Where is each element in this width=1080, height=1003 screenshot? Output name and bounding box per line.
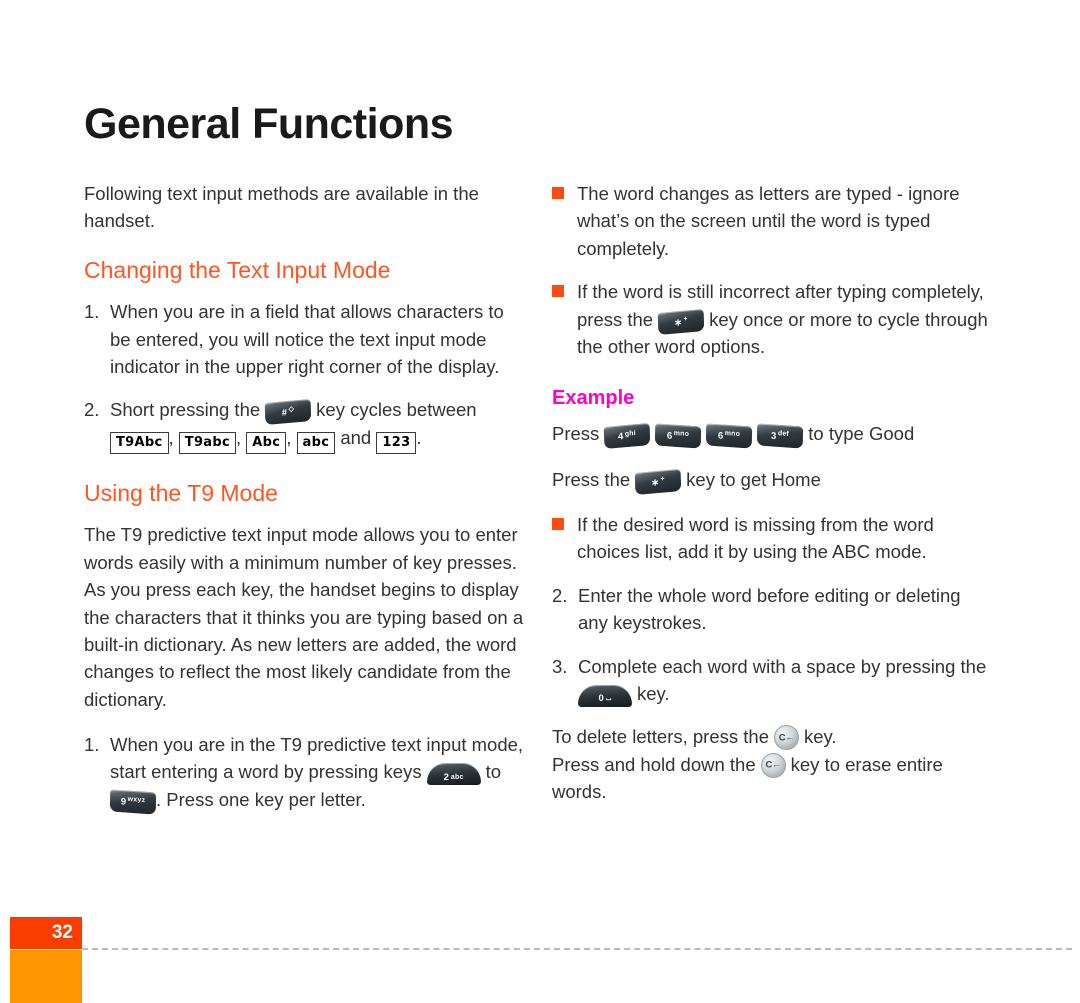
manual-page: General Functions Following text input m… bbox=[0, 0, 1080, 1003]
star-key-icon: ∗+ bbox=[634, 468, 682, 495]
list-number: 2. bbox=[552, 584, 568, 606]
list-text: Enter the whole word before editing or d… bbox=[578, 584, 961, 634]
text-after-key: key cycles between bbox=[316, 399, 477, 421]
text-before-key: Press and hold down the bbox=[552, 753, 756, 775]
text-before-key: Press the bbox=[552, 468, 631, 490]
example-line-1: Press 4ghi 6mno 6mno 3def to type Good bbox=[552, 420, 992, 450]
t9-description-paragraph: The T9 predictive text input mode allows… bbox=[84, 524, 524, 710]
badge-end-period: . bbox=[416, 426, 422, 448]
page-title: General Functions bbox=[84, 99, 454, 148]
text-before-key: Short pressing the bbox=[110, 399, 261, 421]
mode-badge-abc-lower: abc bbox=[296, 431, 336, 454]
badge-separator: , bbox=[168, 426, 174, 448]
key-3-def-icon: 3def bbox=[757, 423, 804, 449]
key-0-space-label: 0 ⌴ bbox=[598, 693, 612, 705]
closing-line-2: Press and hold down the C← key to erase … bbox=[552, 751, 992, 806]
list-number: 1. bbox=[84, 734, 100, 756]
intro-paragraph: Following text input methods are availab… bbox=[84, 183, 479, 232]
text-after-key: key. bbox=[803, 726, 837, 748]
right-column: The word changes as letters are typed - … bbox=[552, 180, 992, 823]
key-9-wxyz-icon: 9wxyz bbox=[109, 789, 157, 815]
example-line-2: Press the ∗+ key to get Home bbox=[552, 466, 992, 495]
text-before-key: To delete letters, press the bbox=[552, 726, 769, 748]
list-number: 1. bbox=[84, 301, 100, 323]
list-number: 2. bbox=[84, 399, 100, 421]
key-4-ghi-label: 4ghi bbox=[618, 430, 637, 443]
heading-using-the-t9-mode: Using the T9 Mode bbox=[84, 479, 278, 506]
text-after-key: key. bbox=[637, 682, 670, 704]
clear-key-icon: C← bbox=[760, 752, 786, 778]
bullet-square-icon bbox=[552, 180, 577, 262]
bullet-text: The word changes as letters are typed - … bbox=[577, 183, 960, 259]
badge-separator: , bbox=[235, 426, 242, 448]
text-before-key: Complete each word with a space by press… bbox=[578, 655, 987, 677]
list-text: When you are in a field that allows char… bbox=[110, 301, 504, 378]
text-after-key: key to get Home bbox=[686, 468, 821, 490]
text-segment: . Press one key per letter. bbox=[156, 788, 366, 810]
left-column: Following text input methods are availab… bbox=[84, 180, 524, 829]
list-item: 2. Enter the whole word before editing o… bbox=[552, 582, 992, 637]
star-key-label: ∗+ bbox=[674, 315, 689, 329]
list-item: 1. When you are in the T9 predictive tex… bbox=[84, 731, 524, 815]
badge-separator: , bbox=[286, 426, 292, 448]
bullet-text: If the word is still incorrect after typ… bbox=[577, 278, 992, 360]
list-text: When you are in the T9 predictive text i… bbox=[109, 731, 524, 815]
key-2-abc-label: 2 abc bbox=[443, 771, 464, 783]
hash-key-label: #◇ bbox=[281, 406, 295, 420]
bullet-text: If the desired word is missing from the … bbox=[577, 514, 934, 563]
list-item: 1. When you are in a field that allows c… bbox=[84, 298, 524, 380]
mode-badge-t9abc-upper: T9Abc bbox=[110, 431, 169, 454]
key-4-ghi-icon: 4ghi bbox=[604, 423, 651, 450]
bullet-square-icon bbox=[552, 278, 577, 360]
bullet-item: If the desired word is missing from the … bbox=[552, 511, 992, 566]
list-item: 3. Complete each word with a space by pr… bbox=[552, 653, 992, 708]
key-6-mno-label: 6mno bbox=[718, 430, 741, 443]
footer-dashed-rule bbox=[82, 948, 1072, 950]
clear-key-label: C← bbox=[765, 759, 781, 771]
text-after-keys: to type Good bbox=[808, 423, 915, 445]
star-key-label: ∗+ bbox=[651, 475, 666, 489]
list-text: Short pressing the #◇ key cycles between… bbox=[110, 396, 524, 454]
list-item: 2. Short pressing the #◇ key cycles betw… bbox=[84, 396, 524, 454]
bullet-square-icon bbox=[552, 511, 577, 566]
text-segment: to bbox=[485, 761, 502, 783]
key-3-def-label: 3def bbox=[771, 430, 790, 443]
key-6-mno-icon: 6mno bbox=[655, 423, 702, 449]
key-0-space-icon: 0 ⌴ bbox=[578, 684, 632, 707]
bullet-item: If the word is still incorrect after typ… bbox=[552, 278, 992, 360]
footer-accent-block-orange bbox=[10, 950, 82, 1003]
badge-conjunction: and bbox=[340, 426, 372, 448]
key-6-mno-icon: 6mno bbox=[706, 423, 753, 449]
mode-badge-abc-upper: Abc bbox=[246, 431, 287, 454]
clear-key-label: C← bbox=[778, 732, 795, 743]
text-before-keys: Press bbox=[552, 423, 600, 445]
list-text: Complete each word with a space by press… bbox=[578, 653, 992, 708]
page-number: 32 bbox=[51, 922, 73, 943]
list-number: 3. bbox=[552, 655, 568, 677]
clear-key-icon: C← bbox=[773, 725, 799, 751]
bullet-item: The word changes as letters are typed - … bbox=[552, 180, 992, 262]
star-key-icon: ∗+ bbox=[657, 308, 705, 335]
closing-line-1: To delete letters, press the C← key. bbox=[552, 723, 992, 751]
mode-badge-123: 123 bbox=[376, 431, 417, 454]
key-6-mno-label: 6mno bbox=[667, 430, 690, 443]
heading-example: Example bbox=[552, 387, 635, 410]
heading-changing-text-input-mode: Changing the Text Input Mode bbox=[84, 256, 391, 283]
mode-badge-t9abc-lower: T9abc bbox=[178, 431, 236, 454]
key-2-abc-icon: 2 abc bbox=[426, 763, 481, 786]
hash-key-icon: #◇ bbox=[264, 399, 312, 426]
key-9-wxyz-label: 9wxyz bbox=[120, 795, 146, 808]
